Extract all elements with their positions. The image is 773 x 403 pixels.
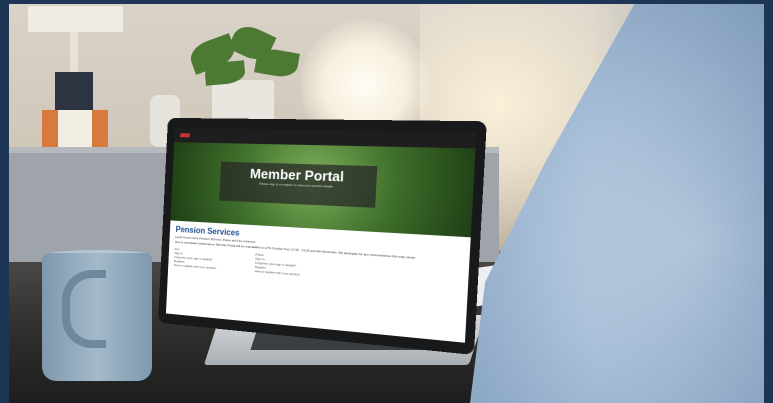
frame-border-top: [0, 0, 773, 4]
site-logo-icon: [180, 133, 190, 138]
laptop-lid: Member Portal Please sign in or register…: [158, 117, 487, 356]
lamp-stem: [70, 32, 78, 77]
hero-overlay: Member Portal Please sign in or register…: [219, 161, 378, 208]
white-block: [58, 110, 92, 148]
arm-shadow: [590, 0, 773, 403]
column-police: Police Sign in Forgotten your sign in de…: [254, 252, 340, 279]
frame-border-left: [0, 0, 9, 403]
mug-handle: [62, 270, 106, 348]
plant-leaf: [254, 46, 300, 80]
photo-frame: Member Portal Please sign in or register…: [0, 0, 773, 403]
lamp-base: [55, 72, 93, 112]
frame-border-right: [764, 0, 773, 403]
hero-banner: Member Portal Please sign in or register…: [170, 142, 476, 238]
lamp-shade: [28, 6, 123, 32]
laptop-screen: Member Portal Please sign in or register…: [165, 128, 477, 343]
column-fire: Fire Sign in Forgotten your sign in deta…: [174, 247, 254, 273]
